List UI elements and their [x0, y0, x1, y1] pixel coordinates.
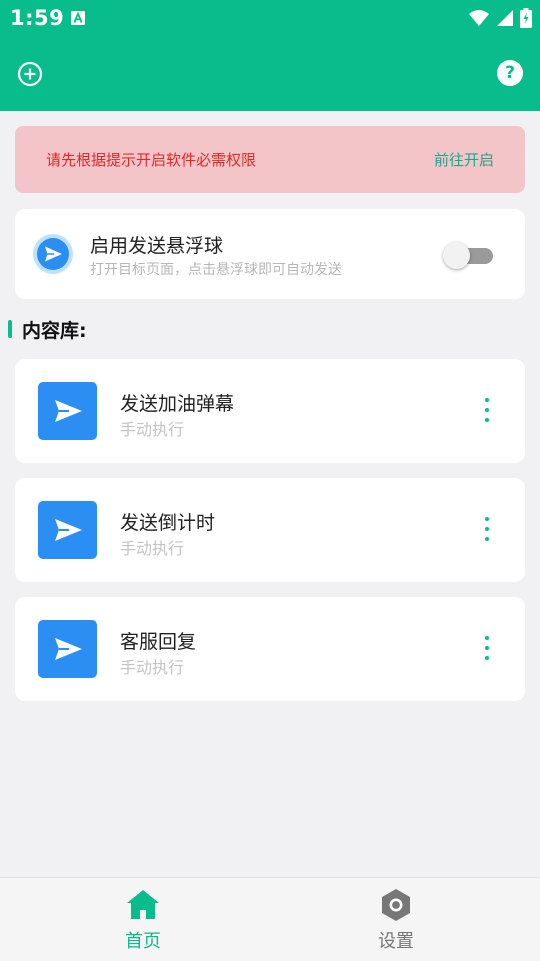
item-title: 发送加油弹幕 [120, 393, 235, 415]
float-ball-toggle[interactable] [443, 240, 495, 270]
send-icon [38, 501, 97, 559]
more-options-icon[interactable] [477, 397, 497, 425]
item-title: 发送倒计时 [120, 512, 216, 534]
section-title: 内容库: [22, 320, 87, 342]
nav-settings[interactable]: 设置 [261, 878, 531, 961]
float-ball-title: 启用发送悬浮球 [90, 235, 224, 257]
item-subtitle: 手动执行 [120, 658, 185, 677]
list-item[interactable]: 发送倒计时 手动执行 [15, 478, 525, 582]
item-title: 客服回复 [120, 631, 197, 653]
list-item[interactable]: 发送加油弹幕 手动执行 [15, 359, 525, 463]
signal-icon [497, 10, 513, 26]
settings-icon [382, 889, 410, 921]
status-icons [468, 7, 532, 29]
nav-settings-label: 设置 [378, 931, 414, 952]
permission-message: 请先根据提示开启软件必需权限 [46, 151, 257, 169]
battery-charging-icon [520, 8, 532, 28]
float-ball-card: 启用发送悬浮球 打开目标页面，点击悬浮球即可自动发送 [15, 209, 525, 299]
item-subtitle: 手动执行 [120, 420, 185, 439]
list-item[interactable]: 客服回复 手动执行 [15, 597, 525, 701]
status-time: 1:59 [10, 6, 65, 30]
send-icon [45, 246, 62, 262]
add-circle-icon[interactable] [16, 60, 44, 88]
float-ball-subtitle: 打开目标页面，点击悬浮球即可自动发送 [90, 262, 342, 278]
section-accent-bar [8, 320, 12, 338]
a-notification-icon [71, 11, 85, 25]
send-icon [38, 382, 97, 440]
more-options-icon[interactable] [477, 635, 497, 663]
float-ball-icon [33, 234, 73, 274]
wifi-icon [469, 10, 489, 26]
help-button[interactable]: ? [497, 60, 523, 86]
help-icon: ? [505, 63, 515, 83]
send-icon [38, 620, 97, 678]
permission-banner: 请先根据提示开启软件必需权限 前往开启 [15, 126, 525, 193]
more-options-icon[interactable] [477, 516, 497, 544]
nav-home-label: 首页 [125, 931, 161, 952]
nav-home[interactable]: 首页 [8, 878, 278, 961]
enable-permissions-link[interactable]: 前往开启 [434, 149, 494, 170]
bottom-nav: 首页 设置 [0, 877, 540, 961]
item-subtitle: 手动执行 [120, 539, 185, 558]
app-header: 1:59 ? [0, 0, 540, 111]
home-icon [127, 890, 159, 919]
